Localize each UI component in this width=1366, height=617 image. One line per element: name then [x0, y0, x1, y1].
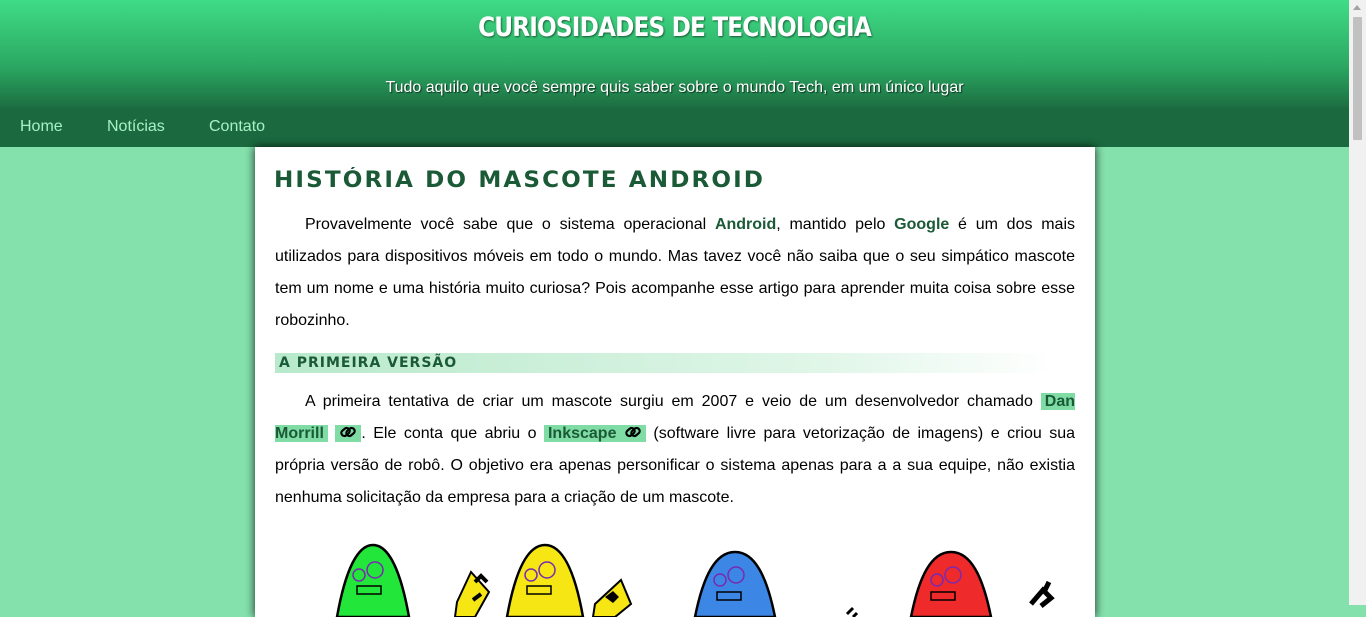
inkscape-link[interactable]: Inkscape: [543, 425, 646, 442]
section-heading-bar: A PRIMEIRA VERSÃO: [275, 353, 1055, 373]
site-subtitle: Tudo aquilo que você sempre quis saber s…: [385, 79, 964, 96]
nav-news[interactable]: Notícias: [107, 118, 165, 136]
section-text-2: . Ele conta que abriu o: [361, 425, 544, 442]
main-nav: Home Notícias Contato: [0, 108, 1349, 147]
android-term: Android: [714, 216, 777, 233]
article-title: HISTÓRIA DO MASCOTE ANDROID: [274, 168, 766, 193]
intro-paragraph: Provavelmente você sabe que o sistema op…: [275, 209, 1075, 337]
nav-contact[interactable]: Contato: [209, 118, 265, 136]
scroll-up-arrow-icon[interactable]: [1353, 5, 1361, 10]
section-paragraph: A primeira tentativa de criar um mascote…: [275, 386, 1075, 514]
dan-morrill-link-icon-wrap[interactable]: [335, 425, 362, 442]
section-heading: A PRIMEIRA VERSÃO: [279, 355, 458, 371]
link-icon: [625, 426, 641, 438]
site-header: CURIOSIDADES DE TECNOLOGIA Tudo aquilo q…: [0, 0, 1349, 147]
link-icon: [340, 426, 357, 438]
mascot-prototypes-image: [335, 543, 1055, 617]
google-term: Google: [894, 216, 950, 233]
vertical-scrollbar[interactable]: [1349, 0, 1366, 605]
inkscape-label: Inkscape: [547, 425, 617, 442]
article-container: HISTÓRIA DO MASCOTE ANDROID Provavelment…: [255, 147, 1095, 617]
section-text-1: A primeira tentativa de criar um mascote…: [305, 393, 1041, 410]
intro-text-2: , mantido pelo: [776, 216, 895, 233]
site-title: CURIOSIDADES DE TECNOLOGIA: [478, 12, 872, 43]
intro-text-1: Provavelmente você sabe que o sistema op…: [305, 216, 715, 233]
nav-home[interactable]: Home: [20, 118, 63, 136]
scrollbar-thumb[interactable]: [1353, 17, 1362, 140]
